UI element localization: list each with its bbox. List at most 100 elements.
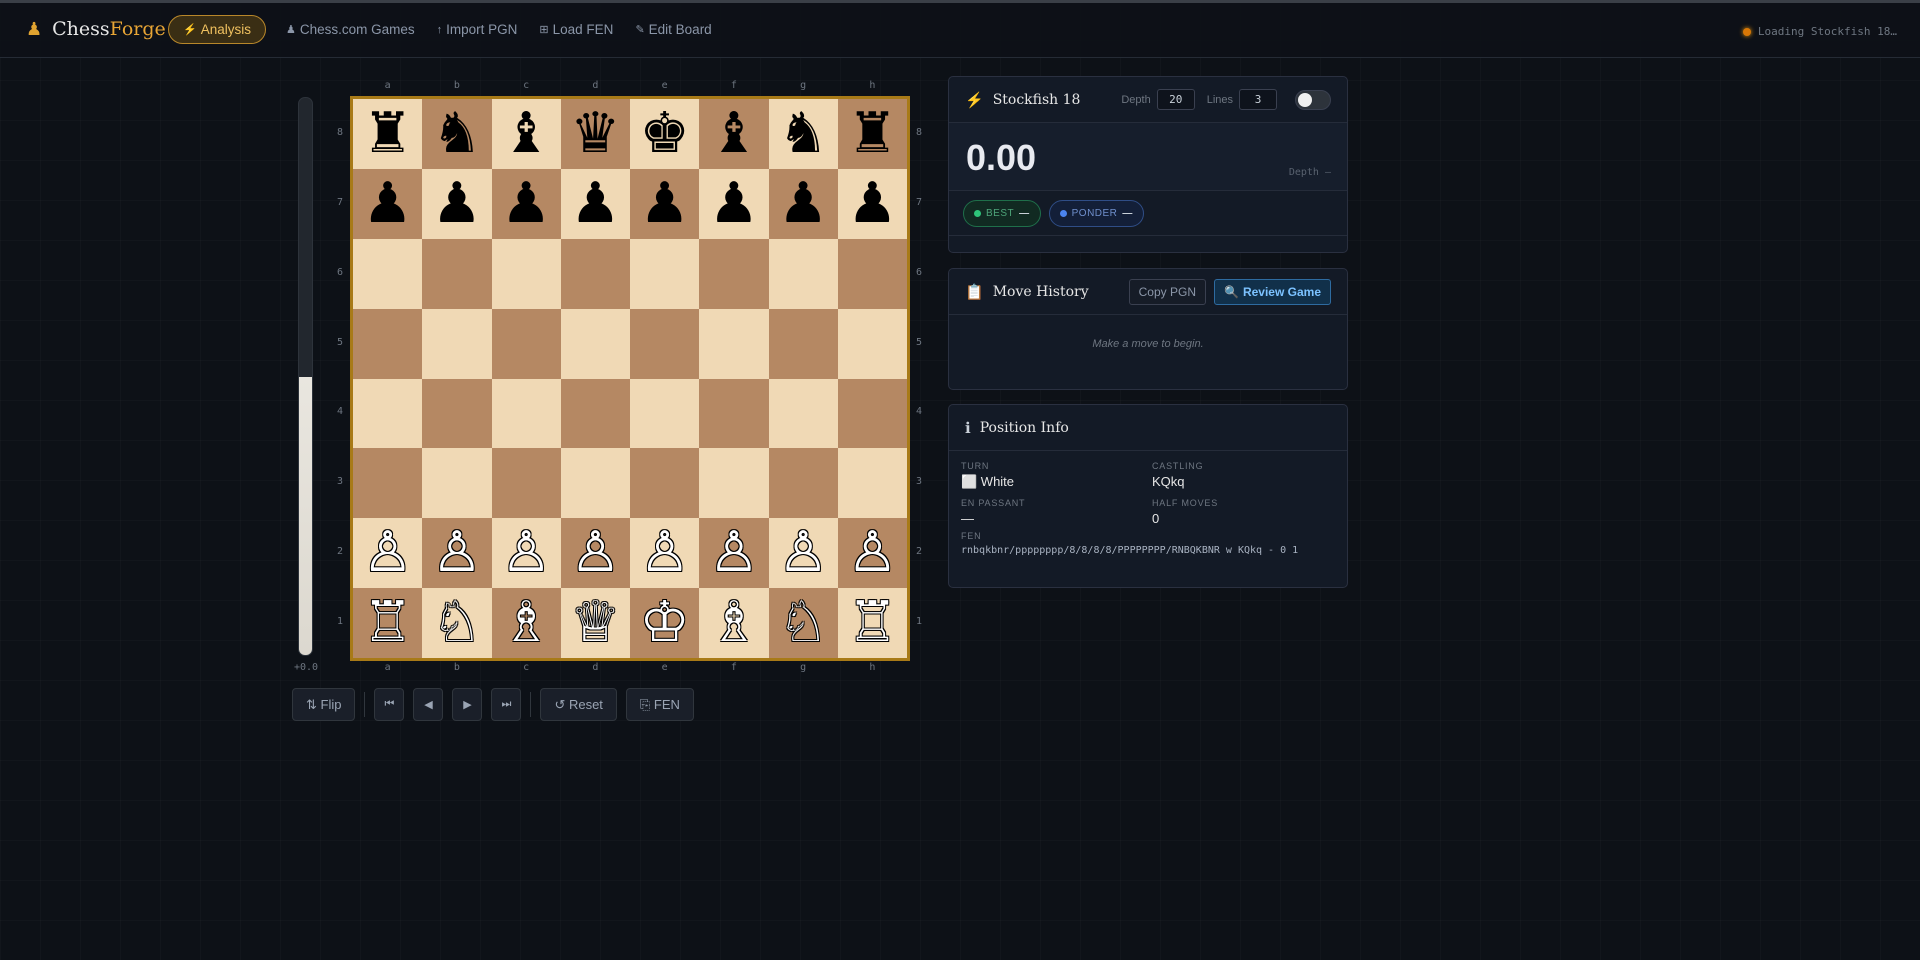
best-move-pill[interactable]: BEST — xyxy=(963,199,1041,227)
square-g4[interactable] xyxy=(768,378,838,449)
square-d8[interactable]: ♛ xyxy=(560,99,630,169)
square-g6[interactable] xyxy=(768,238,838,309)
square-c2[interactable]: ♙ xyxy=(491,518,561,589)
square-a2[interactable]: ♙ xyxy=(353,518,423,589)
square-a3[interactable] xyxy=(353,448,423,519)
square-a1[interactable]: ♖ xyxy=(353,588,423,658)
first-move-button[interactable]: ⏮ xyxy=(374,688,405,721)
black-pawn-icon[interactable]: ♟ xyxy=(501,175,551,232)
square-c8[interactable]: ♝ xyxy=(491,99,561,169)
square-f2[interactable]: ♙ xyxy=(699,518,769,589)
square-b3[interactable] xyxy=(422,448,492,519)
square-f8[interactable]: ♝ xyxy=(699,99,769,169)
square-f1[interactable]: ♗ xyxy=(699,588,769,658)
black-rook-icon[interactable]: ♜ xyxy=(847,105,897,162)
square-d2[interactable]: ♙ xyxy=(560,518,630,589)
square-g3[interactable] xyxy=(768,448,838,519)
review-game-button[interactable]: 🔍 Review Game xyxy=(1214,278,1331,305)
square-h6[interactable] xyxy=(837,238,907,309)
white-bishop-icon[interactable]: ♗ xyxy=(709,595,759,651)
white-queen-icon[interactable]: ♕ xyxy=(570,595,620,651)
nav-load-fen[interactable]: ⊞ Load FEN xyxy=(537,15,615,44)
square-g2[interactable]: ♙ xyxy=(768,518,838,589)
white-king-icon[interactable]: ♔ xyxy=(640,595,690,651)
white-pawn-icon[interactable]: ♙ xyxy=(778,525,828,581)
square-g5[interactable] xyxy=(768,308,838,379)
white-knight-icon[interactable]: ♘ xyxy=(432,595,482,651)
square-b2[interactable]: ♙ xyxy=(422,518,492,589)
black-queen-icon[interactable]: ♛ xyxy=(570,105,620,162)
black-knight-icon[interactable]: ♞ xyxy=(778,105,828,162)
fen-value[interactable]: rnbqkbnr/pppppppp/8/8/8/8/PPPPPPPP/RNBQK… xyxy=(949,545,1347,556)
depth-input[interactable]: 20 xyxy=(1156,89,1195,110)
square-b8[interactable]: ♞ xyxy=(422,99,492,169)
black-knight-icon[interactable]: ♞ xyxy=(432,105,482,162)
square-e3[interactable] xyxy=(630,448,700,519)
white-pawn-icon[interactable]: ♙ xyxy=(709,525,759,581)
square-f4[interactable] xyxy=(699,378,769,449)
square-a7[interactable]: ♟ xyxy=(353,168,423,239)
ponder-move-pill[interactable]: PONDER — xyxy=(1048,199,1144,227)
square-c6[interactable] xyxy=(491,238,561,309)
square-h5[interactable] xyxy=(837,308,907,379)
black-pawn-icon[interactable]: ♟ xyxy=(570,175,620,232)
square-c4[interactable] xyxy=(491,378,561,449)
black-pawn-icon[interactable]: ♟ xyxy=(363,175,413,232)
square-c1[interactable]: ♗ xyxy=(491,588,561,658)
square-c7[interactable]: ♟ xyxy=(491,168,561,239)
square-d5[interactable] xyxy=(560,308,630,379)
square-e8[interactable]: ♚ xyxy=(630,99,700,169)
square-d6[interactable] xyxy=(560,238,630,309)
black-rook-icon[interactable]: ♜ xyxy=(363,105,413,162)
black-pawn-icon[interactable]: ♟ xyxy=(778,175,828,232)
brand[interactable]: ♟ ChessForge xyxy=(26,18,166,40)
white-bishop-icon[interactable]: ♗ xyxy=(501,595,551,651)
prev-move-button[interactable]: ◀ xyxy=(413,688,444,721)
square-e6[interactable] xyxy=(630,238,700,309)
nav-chesscom-games[interactable]: ♟ Chess.com Games xyxy=(284,15,417,44)
white-rook-icon[interactable]: ♖ xyxy=(363,595,413,651)
black-pawn-icon[interactable]: ♟ xyxy=(709,175,759,232)
square-a8[interactable]: ♜ xyxy=(353,99,423,169)
square-b6[interactable] xyxy=(422,238,492,309)
square-h4[interactable] xyxy=(837,378,907,449)
square-e1[interactable]: ♔ xyxy=(630,588,700,658)
nav-analysis[interactable]: ⚡ Analysis xyxy=(168,15,266,44)
square-h3[interactable] xyxy=(837,448,907,519)
copy-pgn-button[interactable]: Copy PGN xyxy=(1128,278,1206,305)
reset-button[interactable]: ↺ Reset xyxy=(540,688,617,721)
engine-toggle[interactable] xyxy=(1295,89,1331,110)
nav-edit-board[interactable]: ✎ Edit Board xyxy=(633,15,713,44)
white-pawn-icon[interactable]: ♙ xyxy=(363,525,413,581)
square-f6[interactable] xyxy=(699,238,769,309)
white-pawn-icon[interactable]: ♙ xyxy=(847,525,897,581)
lines-input[interactable]: 3 xyxy=(1239,89,1277,110)
flip-button[interactable]: ⇅ Flip xyxy=(292,688,356,721)
black-pawn-icon[interactable]: ♟ xyxy=(640,175,690,232)
nav-import-pgn[interactable]: ↑ Import PGN xyxy=(435,15,520,44)
black-pawn-icon[interactable]: ♟ xyxy=(847,175,897,232)
square-b1[interactable]: ♘ xyxy=(422,588,492,658)
square-d7[interactable]: ♟ xyxy=(560,168,630,239)
square-h2[interactable]: ♙ xyxy=(837,518,907,589)
white-pawn-icon[interactable]: ♙ xyxy=(432,525,482,581)
black-pawn-icon[interactable]: ♟ xyxy=(432,175,482,232)
square-a6[interactable] xyxy=(353,238,423,309)
square-f7[interactable]: ♟ xyxy=(699,168,769,239)
last-move-button[interactable]: ⏭ xyxy=(491,688,522,721)
white-pawn-icon[interactable]: ♙ xyxy=(640,525,690,581)
white-pawn-icon[interactable]: ♙ xyxy=(570,525,620,581)
square-b7[interactable]: ♟ xyxy=(422,168,492,239)
square-d3[interactable] xyxy=(560,448,630,519)
square-c5[interactable] xyxy=(491,308,561,379)
white-rook-icon[interactable]: ♖ xyxy=(847,595,897,651)
black-bishop-icon[interactable]: ♝ xyxy=(501,105,551,162)
square-g7[interactable]: ♟ xyxy=(768,168,838,239)
square-e4[interactable] xyxy=(630,378,700,449)
white-pawn-icon[interactable]: ♙ xyxy=(501,525,551,581)
copy-fen-button[interactable]: ⎘ FEN xyxy=(625,688,694,721)
square-a5[interactable] xyxy=(353,308,423,379)
square-b4[interactable] xyxy=(422,378,492,449)
square-e2[interactable]: ♙ xyxy=(630,518,700,589)
square-e7[interactable]: ♟ xyxy=(630,168,700,239)
